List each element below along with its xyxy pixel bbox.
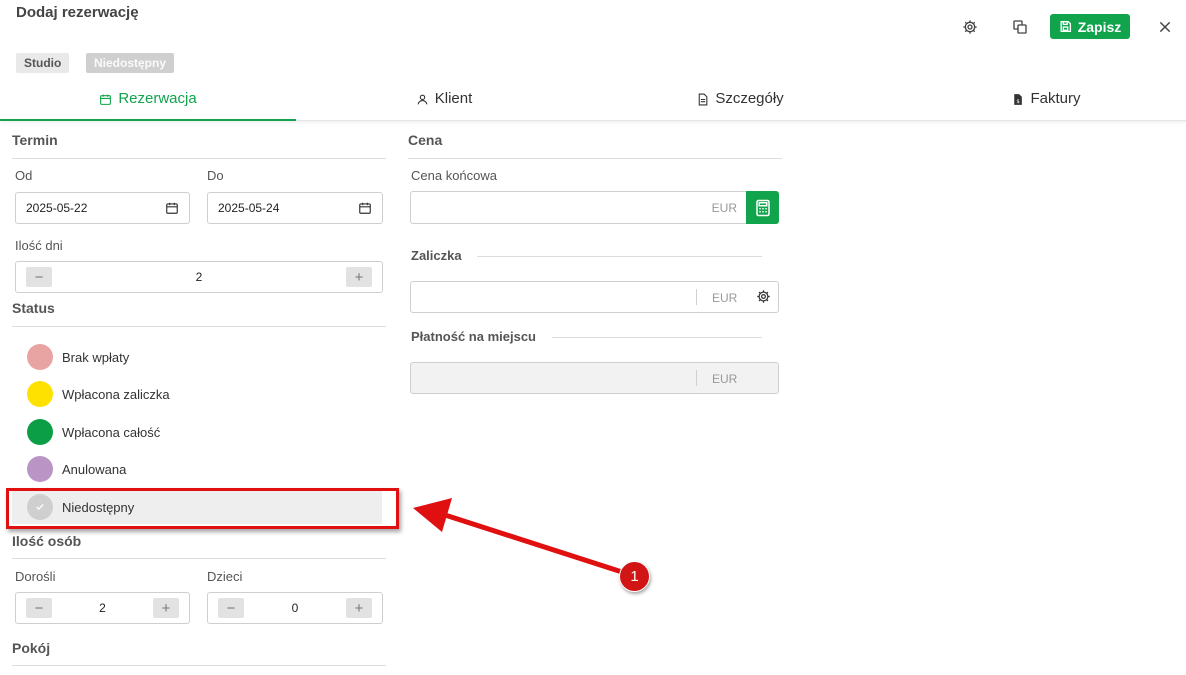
tab-label: Klient: [434, 90, 473, 107]
tab-faktury[interactable]: $ Faktury: [898, 84, 1186, 121]
close-button[interactable]: [1156, 18, 1174, 36]
plus-icon: +: [354, 268, 364, 286]
days-decrement-button[interactable]: −: [26, 267, 52, 287]
days-value: 2: [195, 270, 203, 284]
save-button-label: Zapisz: [1077, 18, 1122, 35]
deposit-input[interactable]: EUR: [410, 281, 779, 313]
user-icon: [417, 94, 428, 105]
status-option-label: Wpłacona zaliczka: [62, 386, 170, 402]
page-title: Dodaj rezerwację: [16, 4, 139, 21]
divider: [477, 256, 762, 257]
adults-stepper[interactable]: 2 − +: [15, 592, 190, 624]
status-option-label: Niedostępny: [62, 499, 135, 515]
duplicate-button[interactable]: [1011, 18, 1029, 36]
children-stepper[interactable]: 0 − +: [207, 592, 383, 624]
calendar-icon: [359, 202, 371, 214]
tab-rezerwacja[interactable]: Rezerwacja: [0, 84, 296, 121]
status-option-wplacona-calosc[interactable]: Wpłacona całość: [12, 415, 382, 449]
copy-icon: [1013, 20, 1027, 34]
status-color-dot: [27, 381, 53, 407]
status-option-label: Wpłacona całość: [62, 424, 161, 440]
section-status-title: Status: [12, 300, 55, 316]
children-decrement-button[interactable]: −: [218, 598, 244, 618]
section-price-title: Cena: [408, 132, 443, 148]
date-from-value: 2025-05-22: [26, 201, 88, 215]
status-option-wplacona-zaliczka[interactable]: Wpłacona zaliczka: [12, 377, 382, 411]
floppy-icon: [1060, 20, 1071, 33]
currency-label: EUR: [711, 201, 737, 215]
close-icon: [1159, 21, 1171, 33]
save-button[interactable]: Zapisz: [1050, 14, 1130, 39]
field-separator: [696, 289, 697, 305]
divider: [12, 326, 386, 327]
divider: [408, 158, 782, 159]
status-color-dot: [27, 456, 53, 482]
calendar-icon: [166, 202, 178, 214]
children-increment-button[interactable]: +: [346, 598, 372, 618]
status-option-label: Brak wpłaty: [62, 349, 130, 365]
tab-label: Rezerwacja: [118, 90, 197, 107]
tag-studio: Studio: [16, 53, 70, 73]
tab-bar: Rezerwacja Klient Szczegóły $ Faktury: [0, 84, 1186, 121]
children-label: Dzieci: [207, 569, 243, 584]
onsite-payment-input: EUR: [410, 362, 779, 394]
field-separator: [696, 370, 697, 386]
status-color-dot: [27, 494, 53, 520]
date-to-value: 2025-05-24: [218, 201, 280, 215]
tab-label: Faktury: [1030, 90, 1081, 107]
days-increment-button[interactable]: +: [346, 267, 372, 287]
gear-icon: [757, 290, 770, 303]
divider: [12, 558, 386, 559]
adults-increment-button[interactable]: +: [153, 598, 179, 618]
tag-unavailable: Niedostępny: [86, 53, 175, 73]
adults-decrement-button[interactable]: −: [26, 598, 52, 618]
status-color-dot: [27, 419, 53, 445]
section-termin-title: Termin: [12, 132, 58, 148]
date-from-label: Od: [15, 168, 33, 183]
status-color-dot: [27, 344, 53, 370]
minus-icon: −: [226, 599, 236, 617]
section-room-title: Pokój: [12, 640, 51, 656]
gear-icon: [963, 20, 977, 34]
minus-icon: −: [34, 599, 44, 617]
section-people-title: Ilość osób: [12, 533, 82, 549]
date-to-field[interactable]: 2025-05-24: [207, 192, 383, 224]
invoice-icon: $: [1014, 94, 1023, 105]
calculate-price-button[interactable]: [746, 191, 779, 224]
settings-button[interactable]: [961, 18, 979, 36]
status-option-label: Anulowana: [62, 461, 127, 477]
status-option-anulowana[interactable]: Anulowana: [12, 452, 382, 486]
tab-szczegoly[interactable]: Szczegóły: [592, 84, 888, 121]
tab-label: Szczegóły: [715, 90, 784, 107]
days-label: Ilość dni: [15, 238, 63, 253]
onsite-payment-label: Płatność na miejscu: [411, 329, 536, 344]
deposit-label: Zaliczka: [411, 248, 462, 263]
final-price-label: Cena końcowa: [411, 168, 497, 183]
divider: [552, 337, 762, 338]
divider: [12, 665, 386, 666]
annotation-number-badge: 1: [619, 561, 650, 592]
date-to-label: Do: [207, 168, 224, 183]
svg-text:$: $: [1017, 99, 1020, 105]
plus-icon: +: [354, 599, 364, 617]
days-stepper[interactable]: 2 − +: [15, 261, 383, 293]
currency-label: EUR: [712, 372, 738, 386]
status-option-niedostepny[interactable]: Niedostępny: [12, 490, 382, 524]
date-from-field[interactable]: 2025-05-22: [15, 192, 190, 224]
calendar-icon: [100, 94, 112, 105]
divider: [12, 158, 386, 159]
adults-label: Dorośli: [15, 569, 56, 584]
checkmark-icon: [36, 504, 44, 510]
document-icon: [699, 93, 708, 106]
status-option-brak-wplaty[interactable]: Brak wpłaty: [12, 340, 382, 374]
plus-icon: +: [161, 599, 171, 617]
currency-label: EUR: [712, 291, 738, 305]
minus-icon: −: [34, 268, 44, 286]
tab-klient[interactable]: Klient: [296, 84, 592, 121]
deposit-settings-button[interactable]: [756, 289, 771, 309]
final-price-input[interactable]: EUR: [410, 191, 747, 224]
calculator-icon: [755, 199, 770, 216]
